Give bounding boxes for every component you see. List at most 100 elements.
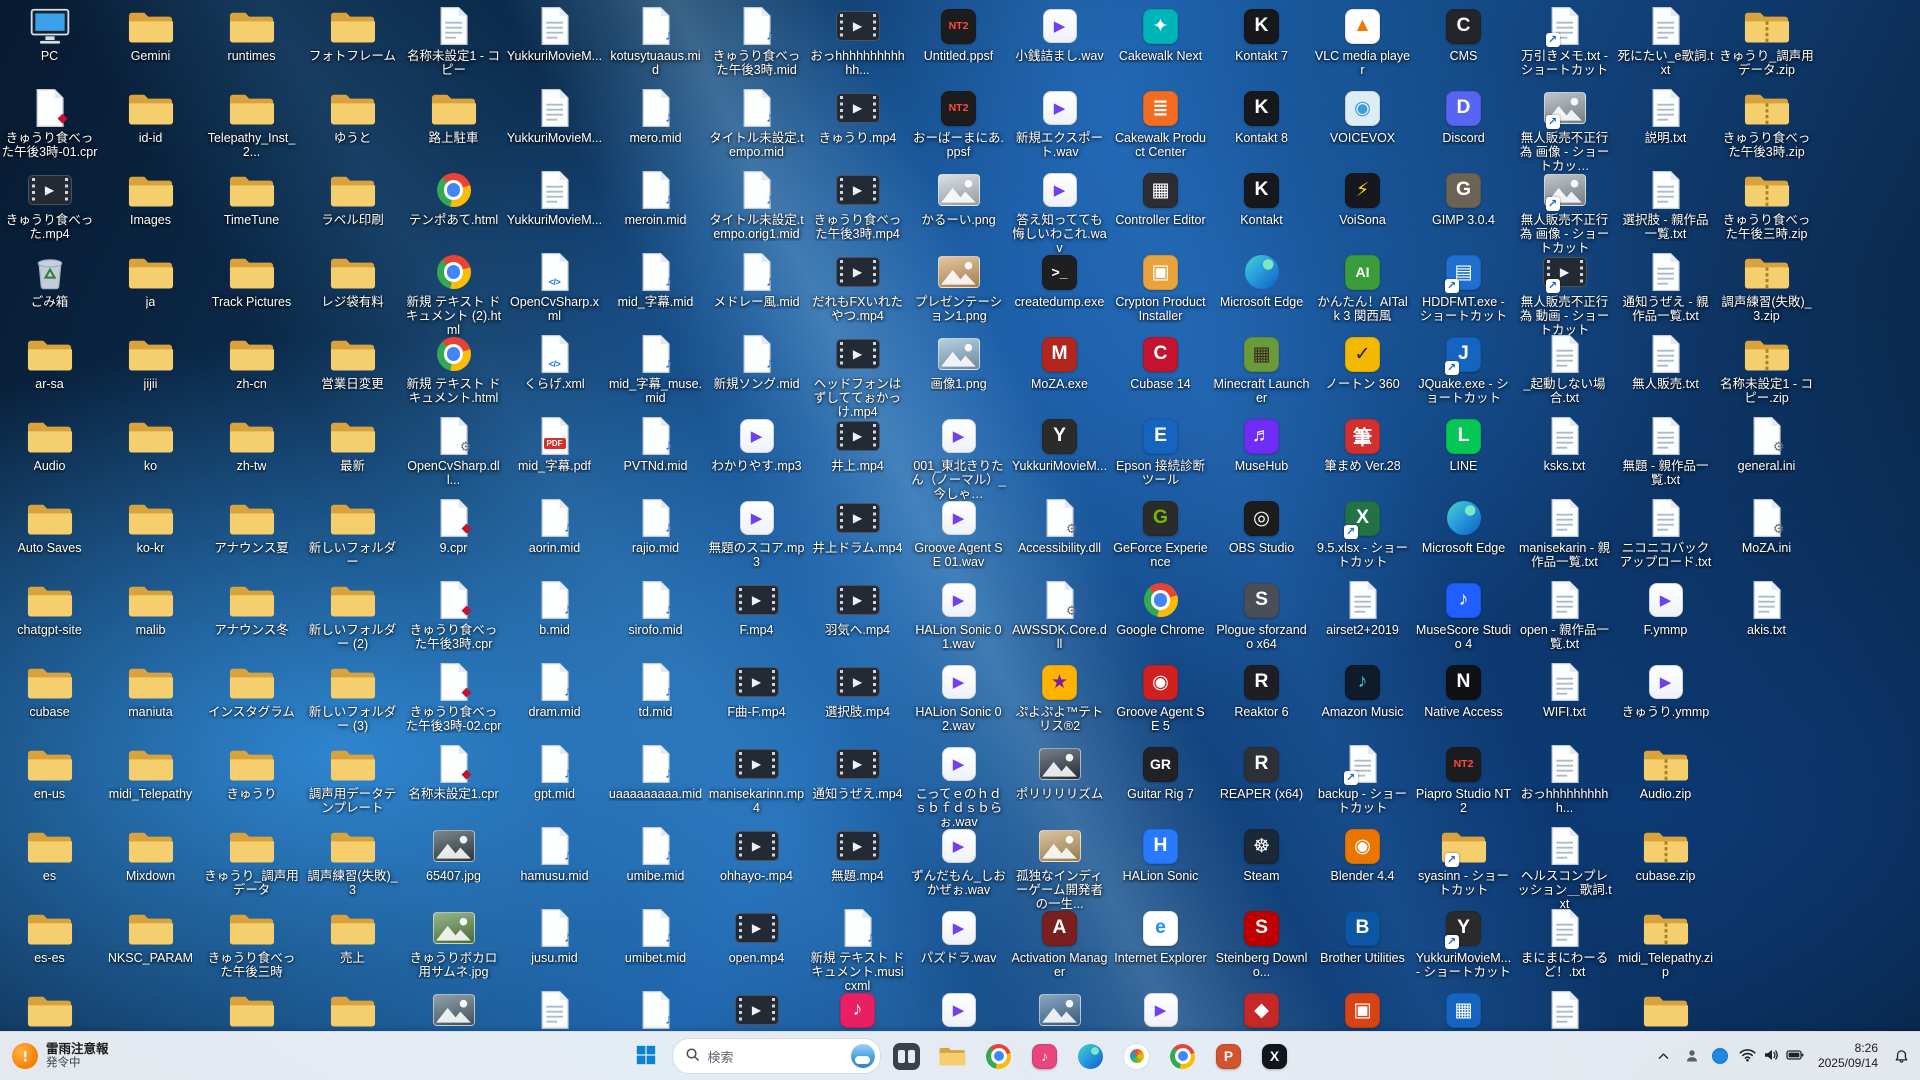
desktop-icon[interactable]: ポリリリリズム xyxy=(1011,744,1108,801)
taskbar-app-powerpoint[interactable]: P xyxy=(1209,1036,1249,1076)
tray-grey-app-icon[interactable] xyxy=(1679,1038,1705,1074)
desktop-icon[interactable]: AIかんたん！AITalk 3 関西風 xyxy=(1314,252,1411,323)
desktop-icon[interactable]: ≣Cakewalk Product Center xyxy=(1112,88,1209,159)
desktop-icon[interactable]: NKSC_PARAM xyxy=(102,908,199,965)
desktop-icon[interactable]: zh-tw xyxy=(203,416,300,473)
desktop-icon[interactable]: 死にたい_e歌詞.txt xyxy=(1617,6,1714,77)
desktop-icon[interactable]: runtimes xyxy=(203,6,300,63)
desktop-icon[interactable]: ♪umibe.mid xyxy=(607,826,704,883)
desktop-icon[interactable]: ▶小銭詰まし.wav xyxy=(1011,6,1108,63)
desktop-icon[interactable]: ♪MuseScore Studio 4 xyxy=(1415,580,1512,651)
desktop-icon[interactable] xyxy=(203,990,300,1032)
desktop-icon[interactable]: Audio xyxy=(1,416,98,473)
desktop-icon[interactable]: manisekarin - 親作品一覧.txt xyxy=(1516,498,1613,569)
desktop-icon[interactable]: ▶Groove Agent SE 01.wav xyxy=(910,498,1007,569)
desktop-icon[interactable]: GGIMP 3.0.4 xyxy=(1415,170,1512,227)
desktop-icon[interactable] xyxy=(1617,990,1714,1032)
desktop-icon[interactable]: LLINE xyxy=(1415,416,1512,473)
desktop-icon[interactable]: PDFmid_字幕.pdf xyxy=(506,416,603,473)
desktop-icon[interactable]: maniuta xyxy=(102,662,199,719)
desktop-icon[interactable]: ▶きゅうり食べった午後3時.mp4 xyxy=(809,170,906,241)
desktop-icon[interactable]: きゅうり_調声用データ xyxy=(203,826,300,897)
desktop-icon[interactable] xyxy=(1,990,98,1032)
desktop-icon[interactable]: es xyxy=(1,826,98,883)
desktop-icon[interactable]: ▶ xyxy=(1112,990,1209,1032)
desktop-icon[interactable]: ▶↗無人販売不正行為 動画 - ショートカット xyxy=(1516,252,1613,337)
desktop-icon[interactable]: ♪タイトル未設定.tempo.orig1.mid xyxy=(708,170,805,241)
desktop-icon[interactable]: 路上駐車 xyxy=(405,88,502,145)
desktop-icon[interactable]: ↗backup - ショートカット xyxy=(1314,744,1411,815)
desktop-icon[interactable]: MMoZA.exe xyxy=(1011,334,1108,391)
desktop-icon[interactable]: ♪PVTNd.mid xyxy=(607,416,704,473)
desktop-icon[interactable]: cubase.zip xyxy=(1617,826,1714,883)
desktop-icon[interactable]: CCubase 14 xyxy=(1112,334,1209,391)
desktop-icon[interactable]: おっhhhhhhhhhh... xyxy=(1516,744,1613,815)
desktop-icon[interactable]: ↗syasinn - ショートカット xyxy=(1415,826,1512,897)
desktop-icon[interactable]: 無題 - 親作品一覧.txt xyxy=(1617,416,1714,487)
tray-chevron-up-icon[interactable] xyxy=(1651,1038,1677,1074)
desktop-icon[interactable]: RReaktor 6 xyxy=(1213,662,1310,719)
desktop-icon[interactable]: ↗無人販売不正行為 画像 - ショートカット xyxy=(1516,170,1613,255)
desktop-icon[interactable]: 調声練習(失敗)_3.zip xyxy=(1718,252,1815,323)
desktop-icon[interactable]: _起動しない場合.txt xyxy=(1516,334,1613,405)
desktop-icon[interactable]: ▶パズドラ.wav xyxy=(910,908,1007,965)
desktop-icon[interactable]: NT2Piapro Studio NT2 xyxy=(1415,744,1512,815)
desktop-icon[interactable]: es-es xyxy=(1,908,98,965)
desktop-icon[interactable]: ♪jusu.mid xyxy=(506,908,603,965)
desktop-icon[interactable]: Google Chrome xyxy=(1112,580,1209,637)
desktop-icon[interactable]: ▦Controller Editor xyxy=(1112,170,1209,227)
desktop-icon[interactable]: 調声用データテンプレート xyxy=(304,744,401,815)
desktop-icon[interactable]: ◆9.cpr xyxy=(405,498,502,555)
desktop-icon[interactable]: ゆうと xyxy=(304,88,401,145)
desktop-icon[interactable]: ⚡VoiSona xyxy=(1314,170,1411,227)
desktop-icon[interactable]: 新しいフォルダー (2) xyxy=(304,580,401,651)
desktop-icon[interactable]: ◆きゅうり食べった午後3時-01.cpr xyxy=(1,88,98,159)
desktop-icon[interactable]: ♬MuseHub xyxy=(1213,416,1310,473)
desktop-icon[interactable]: CCMS xyxy=(1415,6,1512,63)
taskbar-app-task-view[interactable] xyxy=(887,1036,927,1076)
desktop-icon[interactable]: 選択肢 - 親作品一覧.txt xyxy=(1617,170,1714,241)
desktop-icon[interactable]: ♪新規ソング.mid xyxy=(708,334,805,391)
desktop-icon[interactable]: BBrother Utilities xyxy=(1314,908,1411,965)
desktop-icon[interactable]: NNative Access xyxy=(1415,662,1512,719)
desktop-icon[interactable]: EEpson 接続診断ツール xyxy=(1112,416,1209,487)
desktop-icon[interactable]: ▶こってｅのｈｄｓｂｆｄｓｂらぉ.wav xyxy=(910,744,1007,829)
desktop-icon[interactable]: ニコニコバックアップロード.txt xyxy=(1617,498,1714,569)
taskbar-app-google-chrome[interactable] xyxy=(979,1036,1019,1076)
desktop-icon[interactable]: きゅうり食べった午後3時.zip xyxy=(1718,88,1815,159)
desktop-icon[interactable]: ▶ohhayo-.mp4 xyxy=(708,826,805,883)
desktop-icon[interactable]: cubase xyxy=(1,662,98,719)
desktop-icon[interactable]: >_createdump.exe xyxy=(1011,252,1108,309)
desktop-icon[interactable]: 通知うぜえ - 親作品一覧.txt xyxy=(1617,252,1714,323)
desktop-icon[interactable]: ◆きゅうり食べった午後3時-02.cpr xyxy=(405,662,502,733)
desktop-icon[interactable]: ⚙AWSSDK.Core.dll xyxy=(1011,580,1108,651)
desktop-icon[interactable]: ▦Minecraft Launcher xyxy=(1213,334,1310,405)
desktop-icon[interactable]: ▶通知うぜえ.mp4 xyxy=(809,744,906,801)
desktop-icon[interactable]: ♪きゅうり食べった午後3時.mid xyxy=(708,6,805,77)
desktop-icon[interactable]: RREAPER (x64) xyxy=(1213,744,1310,801)
desktop-icon[interactable]: ◉VOICEVOX xyxy=(1314,88,1411,145)
desktop-icon[interactable]: NT2Untitled.ppsf xyxy=(910,6,1007,63)
desktop-icon[interactable]: 新規 テキスト ドキュメント (2).html xyxy=(405,252,502,337)
desktop-icon[interactable]: Y↗YukkuriMovieM... - ショートカット xyxy=(1415,908,1512,979)
desktop-icon[interactable]: SSteinberg Downlo... xyxy=(1213,908,1310,979)
desktop-icon[interactable]: ▶001_東北きりたん（ノーマル）_今しゃ… xyxy=(910,416,1007,501)
desktop-icon[interactable]: Track Pictures xyxy=(203,252,300,309)
desktop-icon[interactable]: en-us xyxy=(1,744,98,801)
desktop-icon[interactable]: Microsoft Edge xyxy=(1415,498,1512,555)
desktop-icon[interactable]: ▦ xyxy=(1415,990,1512,1032)
desktop-icon[interactable]: ▶open.mp4 xyxy=(708,908,805,965)
desktop-icon[interactable]: 新しいフォルダー xyxy=(304,498,401,569)
desktop-icon[interactable]: ♪dram.mid xyxy=(506,662,603,719)
desktop-icon[interactable]: midi_Telepathy.zip xyxy=(1617,908,1714,979)
desktop-icon[interactable]: ★ぷよぷよ™テトリス®2 xyxy=(1011,662,1108,733)
taskbar-app-x-app[interactable]: X xyxy=(1255,1036,1295,1076)
desktop-icon[interactable]: TimeTune xyxy=(203,170,300,227)
desktop-icon[interactable]: レジ袋有料 xyxy=(304,252,401,309)
desktop-icon[interactable]: ▶おっhhhhhhhhhhhh... xyxy=(809,6,906,77)
desktop-icon[interactable]: </>くらげ.xml xyxy=(506,334,603,391)
desktop-icon[interactable]: ♪meroin.mid xyxy=(607,170,704,227)
desktop-icon[interactable]: テンポあて.html xyxy=(405,170,502,227)
desktop-icon[interactable]: 新しいフォルダー (3) xyxy=(304,662,401,733)
desktop-icon[interactable]: DDiscord xyxy=(1415,88,1512,145)
